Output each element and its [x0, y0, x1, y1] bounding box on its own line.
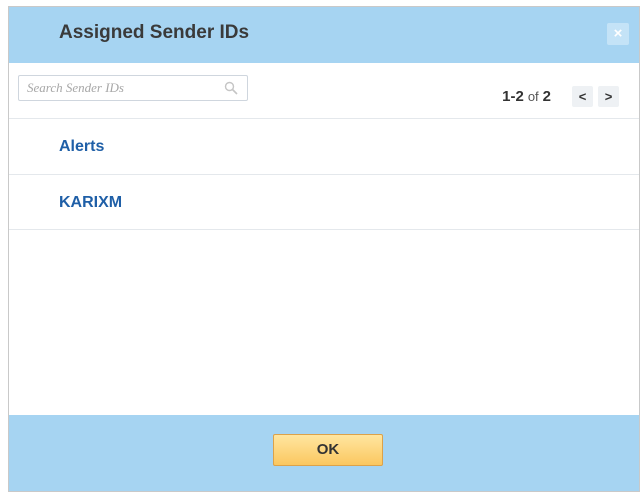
sender-id-label[interactable]: KARIXM: [59, 194, 122, 212]
sender-id-label[interactable]: Alerts: [59, 138, 104, 156]
dialog-header: Assigned Sender IDs ×: [9, 7, 639, 63]
toolbar: 1-2 of 2 < >: [9, 63, 639, 118]
pagination: 1-2 of 2 < >: [502, 83, 619, 109]
search-box[interactable]: [18, 75, 248, 101]
next-page-button[interactable]: >: [598, 85, 619, 107]
search-input[interactable]: [19, 76, 217, 100]
search-icon: [224, 81, 238, 95]
close-icon[interactable]: ×: [607, 23, 629, 45]
assigned-sender-ids-dialog: Assigned Sender IDs × 1-2 of 2 < > Alert…: [8, 6, 640, 492]
prev-page-button[interactable]: <: [572, 85, 593, 107]
list-item[interactable]: Alerts: [9, 118, 639, 174]
dialog-footer: OK: [9, 415, 639, 491]
pager-range: 1-2: [502, 87, 524, 105]
dialog-title: Assigned Sender IDs: [59, 22, 250, 43]
pager-total: 2: [542, 87, 551, 105]
list-item[interactable]: KARIXM: [9, 174, 639, 230]
sender-id-list: Alerts KARIXM: [9, 118, 639, 230]
ok-button[interactable]: OK: [273, 434, 383, 466]
pager-of: of: [527, 88, 539, 104]
